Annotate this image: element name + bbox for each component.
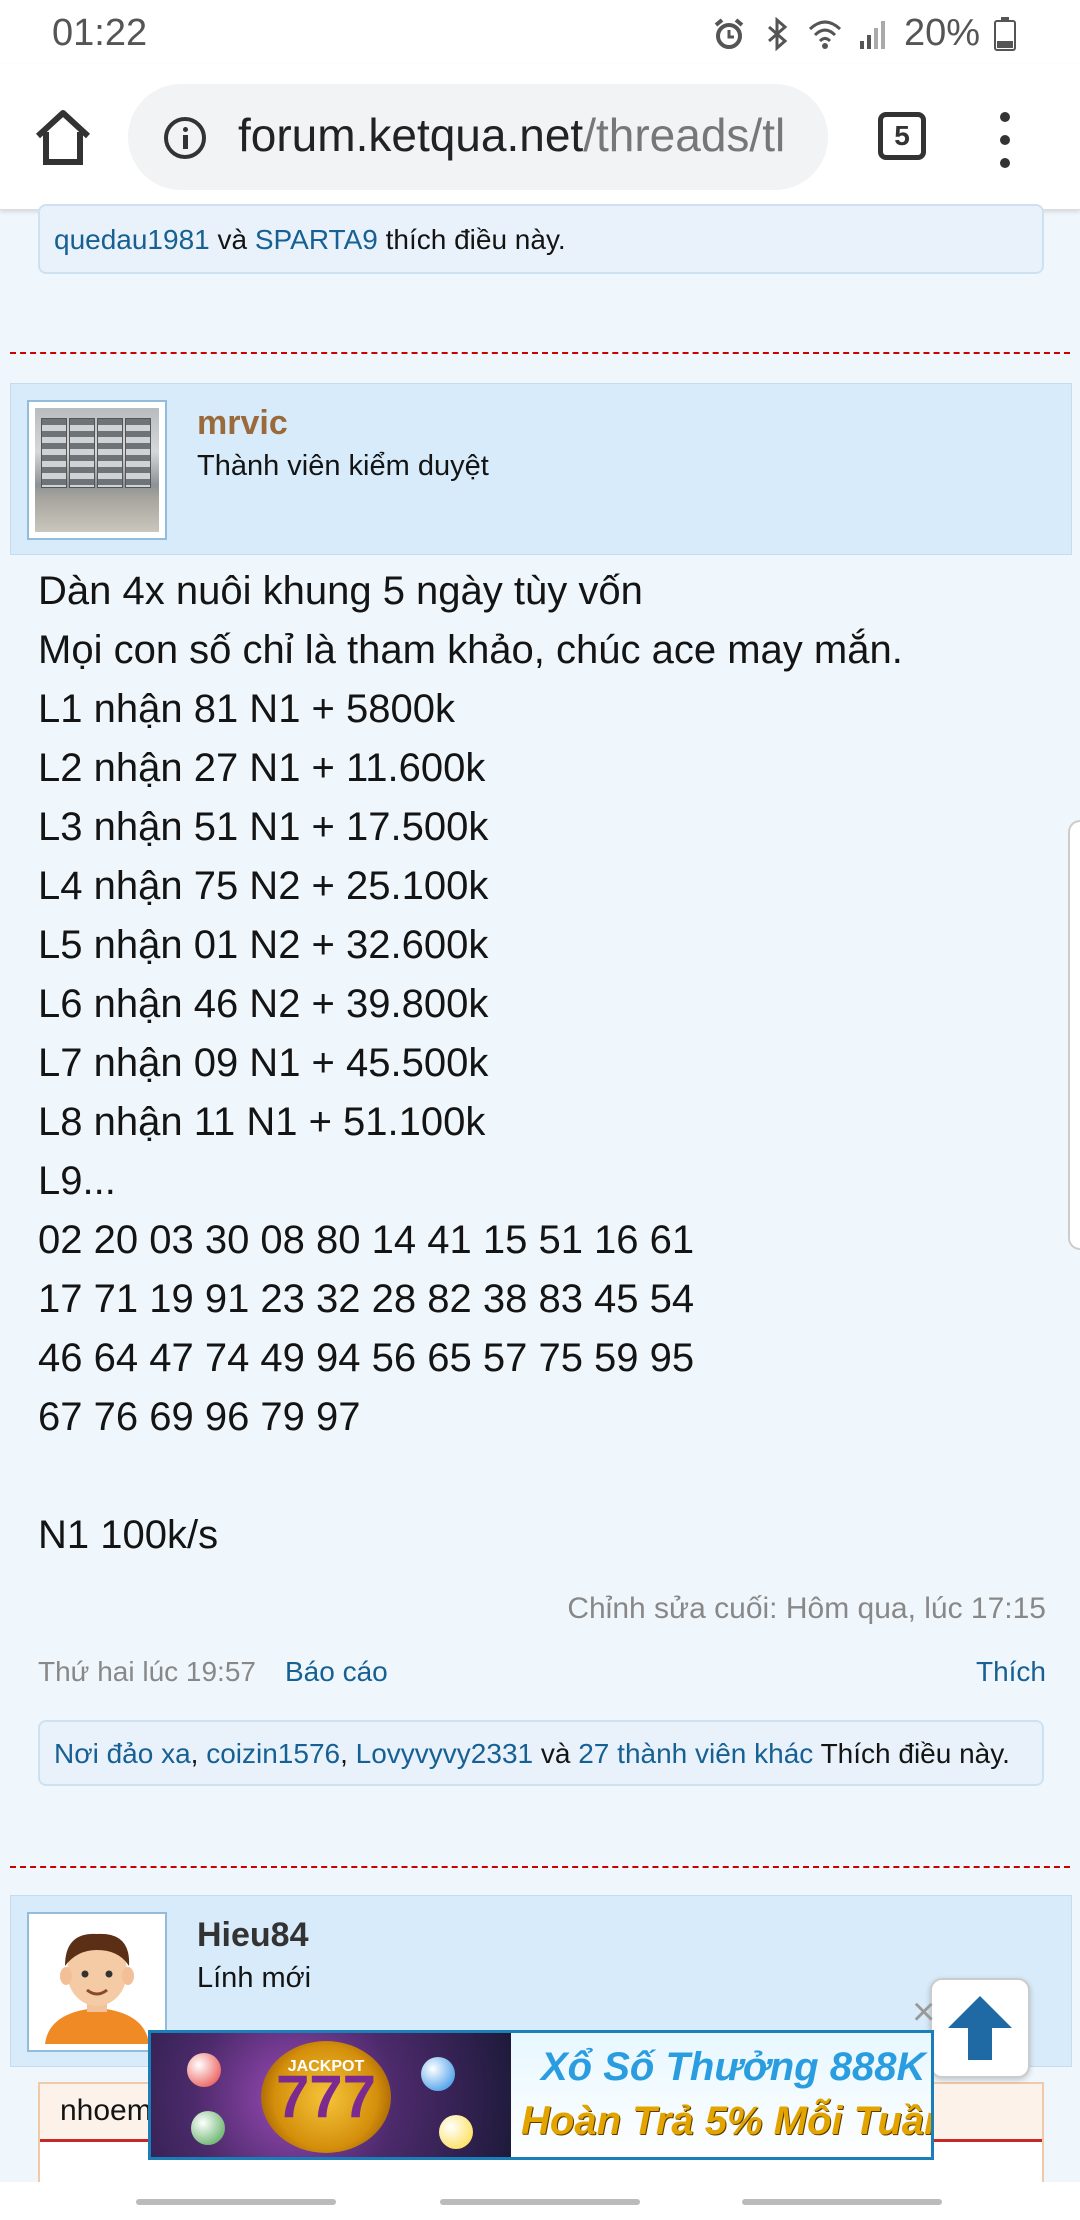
post-line: 67 76 69 96 79 97: [38, 1395, 361, 1439]
post-divider: [10, 1866, 1070, 1868]
battery-percent: 20%: [903, 12, 980, 54]
like-button[interactable]: Thích: [976, 1656, 1046, 1688]
user-title: Lính mới: [197, 1962, 312, 1994]
likes-joiner: và: [217, 224, 248, 255]
post-username[interactable]: mrvic: [197, 404, 288, 443]
avatar-cartoon: [35, 1920, 159, 2044]
close-ad-icon[interactable]: ×: [912, 1992, 935, 2032]
post-line: L5 nhận 01 N2 + 32.600k: [38, 923, 489, 967]
overflow-menu-icon[interactable]: [990, 112, 1020, 168]
nav-recent-pill[interactable]: [136, 2199, 336, 2205]
ad-headline: Xổ Số Thưởng 888K: [541, 2045, 926, 2089]
tab-switcher-button[interactable]: 5: [878, 112, 926, 160]
post-line: N1 100k/s: [38, 1513, 219, 1557]
lottery-ball-icon: [191, 2111, 225, 2145]
post-content: Dàn 4x nuôi khung 5 ngày tùy vốn Mọi con…: [38, 562, 1038, 1565]
likes-suffix: Thích điều này.: [820, 1738, 1010, 1769]
ad-banner[interactable]: JACKPOT 777 Xổ Số Thưởng 888K Hoàn Trả 5…: [148, 2030, 934, 2160]
home-icon[interactable]: [30, 104, 96, 170]
system-nav-bar: [0, 2182, 1080, 2220]
post-line: 02 20 03 30 08 80 14 41 15 51 16 61: [38, 1218, 695, 1262]
likes-comma: ,: [340, 1738, 356, 1769]
post-line: L6 nhận 46 N2 + 39.800k: [38, 982, 489, 1026]
jackpot-label: JACKPOT: [287, 2058, 365, 2075]
avatar-photo: [35, 408, 159, 532]
last-edited-note: Chỉnh sửa cuối: Hôm qua, lúc 17:15: [567, 1592, 1046, 1625]
alarm-icon: [712, 17, 746, 51]
site-info-icon[interactable]: [164, 117, 206, 159]
lottery-ball-icon: [187, 2053, 221, 2087]
post-line: Mọi con số chỉ là tham khảo, chúc ace ma…: [38, 628, 903, 672]
battery-icon: [994, 16, 1028, 51]
post-line: 17 71 19 91 23 32 28 82 38 83 45 54: [38, 1277, 695, 1321]
other-likers-link[interactable]: 27 thành viên khác: [578, 1738, 813, 1769]
arrow-up-icon: [948, 1996, 1012, 2060]
quote-author[interactable]: nhoem: [60, 2094, 152, 2128]
user-title: Thành viên kiểm duyệt: [197, 450, 489, 482]
nav-home-pill[interactable]: [440, 2199, 640, 2205]
prev-post-likes-bar: quedau1981 và SPARTA9 thích điều này.: [38, 204, 1044, 274]
post-line: L7 nhận 09 N1 + 45.500k: [38, 1041, 489, 1085]
jackpot-badge: JACKPOT 777: [261, 2041, 391, 2153]
likes-joiner: và: [540, 1738, 571, 1769]
post-line: L4 nhận 75 N2 + 25.100k: [38, 864, 489, 908]
post-header: mrvic Thành viên kiểm duyệt: [10, 383, 1072, 555]
liker-link[interactable]: quedau1981: [54, 224, 210, 255]
side-scroll-handle[interactable]: [1068, 820, 1080, 1250]
url-fade: [788, 84, 828, 190]
url-host: forum.ketqua.net: [238, 109, 584, 161]
post-line: L3 nhận 51 N1 + 17.500k: [38, 805, 489, 849]
status-bar: 01:22 20%: [0, 0, 1080, 64]
post-line: L1 nhận 81 N1 + 5800k: [38, 687, 456, 731]
avatar[interactable]: [27, 1912, 167, 2052]
browser-toolbar: forum.ketqua.net/threads/tl 5: [0, 64, 1080, 210]
post-likes-bar: Nơi đảo xa, coizin1576, Lovyvyvy2331 và …: [38, 1720, 1044, 1786]
ad-subline: Hoàn Trả 5% Mỗi Tuần: [521, 2099, 934, 2143]
scroll-to-top-button[interactable]: [930, 1978, 1030, 2078]
status-icons: 20%: [712, 12, 1028, 55]
post-username[interactable]: Hieu84: [197, 1916, 309, 1955]
report-link[interactable]: Báo cáo: [285, 1656, 388, 1688]
post-line: L9...: [38, 1159, 116, 1203]
signal-icon: [856, 17, 890, 51]
post-line: L8 nhận 11 N1 + 51.100k: [38, 1100, 486, 1144]
liker-link[interactable]: SPARTA9: [255, 224, 378, 255]
likes-suffix: thích điều này.: [385, 224, 566, 255]
liker-link[interactable]: Lovyvyvy2331: [356, 1738, 533, 1769]
post-date[interactable]: Thứ hai lúc 19:57: [38, 1656, 256, 1688]
avatar[interactable]: [27, 400, 167, 540]
liker-link[interactable]: coizin1576: [206, 1738, 340, 1769]
nav-back-pill[interactable]: [742, 2199, 942, 2205]
likes-comma: ,: [190, 1738, 207, 1769]
status-time: 01:22: [52, 12, 148, 54]
post-line: [38, 1447, 1038, 1506]
ad-text-panel: Xổ Số Thưởng 888K Hoàn Trả 5% Mỗi Tuần: [511, 2033, 934, 2157]
post-line: L2 nhận 27 N1 + 11.600k: [38, 746, 486, 790]
bluetooth-icon: [760, 16, 794, 51]
wifi-icon: [808, 17, 842, 51]
url-path: /threads/tl: [583, 109, 786, 161]
post-line: 46 64 47 74 49 94 56 65 57 75 59 95: [38, 1336, 695, 1380]
url-text[interactable]: forum.ketqua.net/threads/tl: [238, 108, 785, 162]
lottery-ball-icon: [439, 2115, 473, 2149]
post-divider: [10, 352, 1070, 354]
lottery-ball-icon: [421, 2057, 455, 2091]
address-bar[interactable]: forum.ketqua.net/threads/tl: [128, 84, 828, 190]
post-line: Dàn 4x nuôi khung 5 ngày tùy vốn: [38, 569, 643, 613]
ad-jackpot-graphic: JACKPOT 777: [151, 2033, 511, 2157]
liker-link[interactable]: Nơi đảo xa: [54, 1738, 191, 1769]
